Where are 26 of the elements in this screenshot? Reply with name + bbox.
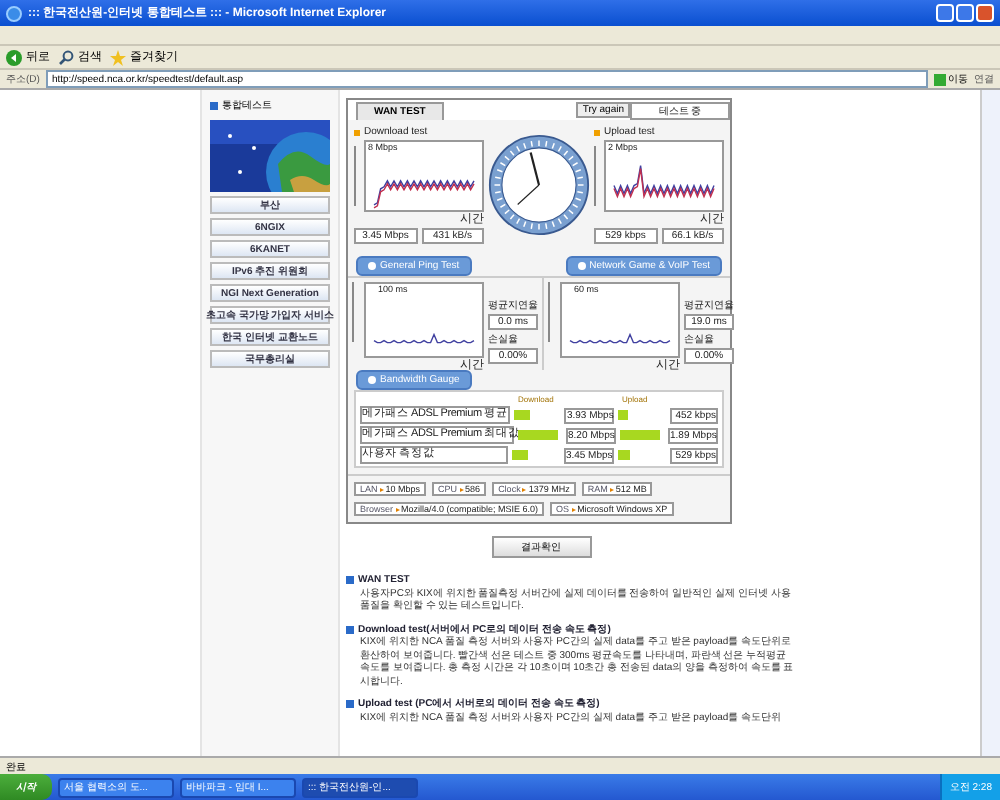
axis-line xyxy=(548,282,556,342)
arrow-icon xyxy=(609,487,614,491)
bullet-icon xyxy=(346,625,354,634)
speed-graph xyxy=(364,282,484,358)
arrow-icon xyxy=(459,487,464,491)
speed-graph xyxy=(364,140,484,212)
arrow-icon xyxy=(379,487,384,491)
back-icon xyxy=(6,49,22,65)
axis-line xyxy=(594,146,602,206)
star-icon xyxy=(110,49,126,65)
axis-line xyxy=(352,282,360,342)
arrow-icon xyxy=(571,507,576,511)
bullet-icon xyxy=(346,576,354,585)
gauge-drawing xyxy=(488,130,590,240)
speed-graph xyxy=(560,282,680,358)
close-button[interactable] xyxy=(976,4,994,22)
bullet-icon xyxy=(210,101,218,109)
bullet-icon xyxy=(346,700,354,709)
speed-graph xyxy=(604,140,724,212)
axis-line xyxy=(354,146,362,206)
arrow-icon xyxy=(395,507,400,511)
browser-icon xyxy=(6,5,22,21)
minimize-button[interactable] xyxy=(936,4,954,22)
maximize-button[interactable] xyxy=(956,4,974,22)
scrollbar[interactable] xyxy=(980,90,1000,756)
search-icon xyxy=(58,49,74,65)
